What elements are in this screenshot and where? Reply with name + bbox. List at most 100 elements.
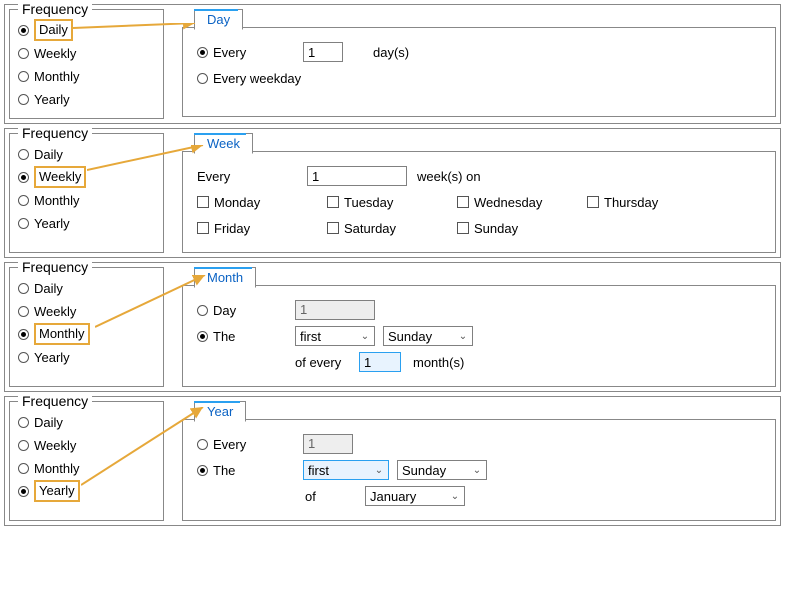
frequency-legend: Frequency <box>18 259 92 275</box>
panel-weekly: Frequency Daily Weekly Monthly Yearly We… <box>4 128 781 258</box>
freq-yearly-label: Yearly <box>34 350 70 365</box>
freq-monthly-radio[interactable]: Monthly <box>18 189 155 211</box>
freq-weekly-radio[interactable]: Weekly <box>18 300 155 322</box>
tab-indicator <box>194 9 238 11</box>
checkbox-icon <box>327 196 339 208</box>
tab-day[interactable]: Day <box>194 9 243 30</box>
checkbox-icon <box>197 222 209 234</box>
frequency-legend: Frequency <box>18 125 92 141</box>
year-pane: Every 1 The first ⌄ Sunday ⌄ <box>182 419 776 521</box>
day-tab-area: Day Every day(s) Every weekday <box>182 9 776 119</box>
radio-icon <box>18 283 29 294</box>
week-pane: Every week(s) on Monday Tuesday Wednesda… <box>182 151 776 253</box>
frequency-group: Frequency Daily Weekly Monthly Yearly <box>9 401 164 521</box>
freq-weekly-radio[interactable]: Weekly <box>18 434 155 456</box>
radio-icon <box>18 463 29 474</box>
radio-icon[interactable] <box>197 47 208 58</box>
freq-monthly-label: Monthly <box>34 69 80 84</box>
month-tab-area: Month Day 1 The first ⌄ Sunday ⌄ <box>182 267 776 387</box>
every-label: Every <box>213 437 273 452</box>
frequency-group: Frequency Daily Weekly Monthly Yearly <box>9 9 164 119</box>
the-label: The <box>213 463 273 478</box>
chk-wednesday[interactable]: Wednesday <box>457 195 587 210</box>
panel-daily: Frequency Daily Weekly Monthly Yearly Da… <box>4 4 781 124</box>
checkbox-icon <box>457 222 469 234</box>
checkbox-icon <box>457 196 469 208</box>
freq-monthly-radio[interactable]: Monthly <box>18 457 155 479</box>
freq-daily-label: Daily <box>34 281 63 296</box>
year-tab-area: Year Every 1 The first ⌄ Sunday ⌄ <box>182 401 776 521</box>
freq-daily-radio[interactable]: Daily <box>18 143 155 165</box>
frequency-legend: Frequency <box>18 393 92 409</box>
tab-week[interactable]: Week <box>194 133 253 154</box>
freq-yearly-label: Yearly <box>34 92 70 107</box>
day-every-input[interactable] <box>303 42 343 62</box>
freq-weekly-label: Weekly <box>34 438 76 453</box>
radio-icon[interactable] <box>197 331 208 342</box>
freq-monthly-radio[interactable]: Monthly <box>18 65 155 87</box>
chk-friday[interactable]: Friday <box>197 221 327 236</box>
freq-daily-radio[interactable]: Daily <box>18 19 155 41</box>
radio-icon[interactable] <box>197 305 208 316</box>
chevron-down-icon: ⌄ <box>372 465 386 476</box>
of-every-label: of every <box>295 355 359 370</box>
radio-icon <box>18 329 29 340</box>
freq-monthly-label: Monthly <box>34 323 90 345</box>
radio-icon[interactable] <box>197 465 208 476</box>
panel-yearly: Frequency Daily Weekly Monthly Yearly Ye… <box>4 396 781 526</box>
freq-monthly-label: Monthly <box>34 193 80 208</box>
frequency-legend: Frequency <box>18 1 92 17</box>
day-pane: Every day(s) Every weekday <box>182 27 776 117</box>
chk-monday[interactable]: Monday <box>197 195 327 210</box>
weekday-select[interactable]: Sunday ⌄ <box>397 460 487 480</box>
freq-daily-radio[interactable]: Daily <box>18 277 155 299</box>
tab-month[interactable]: Month <box>194 267 256 288</box>
freq-yearly-label: Yearly <box>34 480 80 502</box>
chk-saturday[interactable]: Saturday <box>327 221 457 236</box>
checkbox-icon <box>587 196 599 208</box>
month-select[interactable]: January ⌄ <box>365 486 465 506</box>
tab-year[interactable]: Year <box>194 401 246 422</box>
freq-weekly-radio[interactable]: Weekly <box>18 42 155 64</box>
weekday-select[interactable]: Sunday ⌄ <box>383 326 473 346</box>
month-count-input[interactable] <box>359 352 401 372</box>
radio-icon <box>18 94 29 105</box>
chk-thursday[interactable]: Thursday <box>587 195 717 210</box>
freq-weekly-radio[interactable]: Weekly <box>18 166 155 188</box>
chk-sunday[interactable]: Sunday <box>457 221 587 236</box>
freq-yearly-radio[interactable]: Yearly <box>18 212 155 234</box>
radio-icon[interactable] <box>197 73 208 84</box>
tab-indicator <box>194 401 240 403</box>
day-label: Day <box>213 303 273 318</box>
the-label: The <box>213 329 273 344</box>
ordinal-select[interactable]: first ⌄ <box>295 326 375 346</box>
chevron-down-icon: ⌄ <box>470 465 484 476</box>
month-day-value: 1 <box>295 300 375 320</box>
radio-icon <box>18 352 29 363</box>
panel-monthly: Frequency Daily Weekly Monthly Yearly Mo… <box>4 262 781 392</box>
tab-indicator <box>194 267 252 269</box>
every-weekday-label: Every weekday <box>213 71 301 86</box>
checkbox-icon <box>197 196 209 208</box>
every-label: Every <box>213 45 303 60</box>
radio-icon <box>18 71 29 82</box>
radio-icon <box>18 48 29 59</box>
chk-tuesday[interactable]: Tuesday <box>327 195 457 210</box>
freq-yearly-label: Yearly <box>34 216 70 231</box>
radio-icon <box>18 172 29 183</box>
checkbox-icon <box>327 222 339 234</box>
ordinal-select[interactable]: first ⌄ <box>303 460 389 480</box>
radio-icon <box>18 149 29 160</box>
freq-yearly-radio[interactable]: Yearly <box>18 88 155 110</box>
freq-daily-label: Daily <box>34 19 73 41</box>
freq-monthly-radio[interactable]: Monthly <box>18 323 155 345</box>
radio-icon <box>18 417 29 428</box>
week-every-input[interactable] <box>307 166 407 186</box>
radio-icon[interactable] <box>197 439 208 450</box>
freq-yearly-radio[interactable]: Yearly <box>18 480 155 502</box>
freq-yearly-radio[interactable]: Yearly <box>18 346 155 368</box>
month-pane: Day 1 The first ⌄ Sunday ⌄ <box>182 285 776 387</box>
freq-daily-radio[interactable]: Daily <box>18 411 155 433</box>
freq-monthly-label: Monthly <box>34 461 80 476</box>
weeks-on-label: week(s) on <box>417 169 481 184</box>
